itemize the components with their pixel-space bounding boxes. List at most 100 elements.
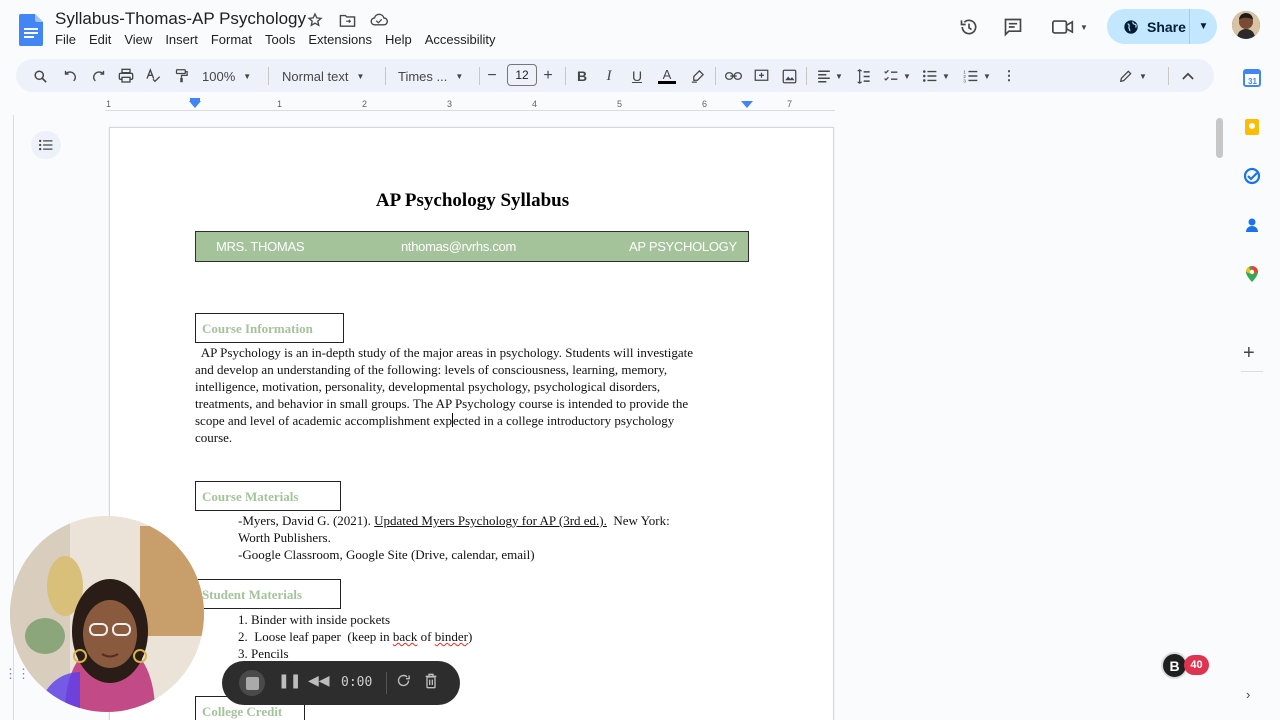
document-title[interactable]: Syllabus-Thomas-AP Psychology: [55, 9, 306, 29]
spellcheck-icon[interactable]: [143, 65, 163, 87]
svg-text:31: 31: [1248, 77, 1257, 86]
misspelling-flag[interactable]: back: [393, 629, 418, 644]
print-icon[interactable]: [116, 65, 136, 87]
paint-format-icon[interactable]: [171, 65, 191, 87]
star-icon[interactable]: [304, 10, 326, 30]
menu-extensions[interactable]: Extensions: [308, 32, 379, 47]
side-panel: 31 +: [1229, 56, 1280, 720]
drag-handle-icon[interactable]: ⋮⋮: [4, 667, 30, 680]
rewind-icon[interactable]: ◀◀: [308, 673, 330, 689]
textbook-title: Updated Myers Psychology for AP (3rd ed.…: [374, 513, 607, 528]
user-avatar[interactable]: [1232, 11, 1260, 39]
stop-recording-button[interactable]: [239, 670, 265, 696]
list-item: 1. Binder with inside pockets: [238, 612, 391, 627]
paragraph-style-select[interactable]: Normal text ▼: [282, 65, 374, 87]
checklist-icon[interactable]: ▼: [882, 65, 912, 87]
text-color-icon[interactable]: A: [658, 65, 676, 87]
comments-icon[interactable]: [1001, 16, 1025, 38]
course-materials-line: Worth Publishers.: [238, 530, 331, 545]
menu-edit[interactable]: Edit: [89, 32, 118, 47]
menu-help[interactable]: Help: [385, 32, 419, 47]
editing-mode-icon[interactable]: ▼: [1116, 65, 1150, 87]
right-indent-handle[interactable]: [741, 101, 753, 108]
meet-dropdown-icon[interactable]: ▼: [1080, 23, 1088, 32]
keep-icon[interactable]: [1243, 118, 1261, 136]
paragraph-line: intelligence, motivation, personality, d…: [195, 379, 661, 394]
list-item: 2. Loose leaf paper (keep in back of bin…: [238, 629, 472, 645]
italic-icon[interactable]: I: [601, 65, 617, 87]
search-menus-icon[interactable]: [30, 65, 50, 87]
webcam-bubble[interactable]: [10, 516, 204, 712]
menu-file[interactable]: File: [55, 32, 83, 47]
highlight-color-icon[interactable]: [688, 65, 706, 87]
font-size-input[interactable]: 12: [507, 64, 537, 86]
pause-icon[interactable]: ❚❚: [278, 673, 301, 689]
get-add-ons-icon[interactable]: +: [1243, 342, 1255, 365]
decrease-font-size-icon[interactable]: −: [484, 65, 500, 87]
document-heading: AP Psychology Syllabus: [375, 190, 570, 211]
teacher-banner: MRS. THOMAS nthomas@rvrhs.com AP PSYCHOL…: [195, 231, 749, 262]
formatting-toolbar: 100% ▼ Normal text ▼ Times ... ▼ − 12 + …: [16, 59, 1214, 92]
font-value: Times ...: [398, 68, 448, 84]
chevron-down-icon: ▼: [243, 71, 252, 81]
menu-view[interactable]: View: [124, 32, 159, 47]
insert-image-icon[interactable]: [780, 65, 798, 87]
stop-icon: [245, 676, 259, 690]
banner-email: nthomas@rvrhs.com: [401, 239, 517, 254]
menu-insert[interactable]: Insert: [165, 32, 205, 47]
banner-teacher: MRS. THOMAS: [216, 239, 305, 254]
paragraph-line: AP Psychology is an in-depth study of th…: [195, 345, 694, 360]
bulleted-list-icon[interactable]: ▼: [921, 65, 951, 87]
tasks-icon[interactable]: [1243, 167, 1261, 185]
underline-icon[interactable]: U: [629, 65, 645, 87]
citation-publisher-location: New York:: [606, 513, 670, 528]
docs-logo-icon[interactable]: [19, 14, 43, 46]
extension-badge[interactable]: B 40: [1160, 651, 1210, 679]
cloud-saved-icon[interactable]: [368, 10, 390, 30]
globe-icon: [1124, 19, 1138, 34]
banner-course: AP PSYCHOLOGY: [629, 239, 737, 254]
line-spacing-icon[interactable]: [854, 65, 872, 87]
ruler-label: 2: [362, 99, 368, 109]
add-comment-icon[interactable]: [752, 65, 770, 87]
maps-icon[interactable]: [1243, 265, 1261, 283]
version-history-icon[interactable]: [957, 16, 981, 38]
menu-format[interactable]: Format: [211, 32, 259, 47]
document-page[interactable]: AP Psychology Syllabus MRS. THOMAS nthom…: [109, 127, 834, 720]
left-indent-handle[interactable]: [189, 101, 201, 108]
align-icon[interactable]: ▼: [815, 65, 845, 87]
vertical-scrollbar[interactable]: [1216, 118, 1223, 158]
misspelling-flag[interactable]: binder: [435, 629, 468, 644]
ruler-label: 3: [447, 99, 453, 109]
insert-link-icon[interactable]: [723, 65, 743, 87]
move-folder-icon[interactable]: [336, 10, 358, 30]
horizontal-ruler: 1 1 2 3 4 5 6 7: [0, 96, 1213, 114]
menu-accessibility[interactable]: Accessibility: [425, 32, 503, 47]
ruler-label: 1: [106, 99, 112, 109]
numbered-list-icon[interactable]: 123 ▼: [962, 65, 992, 87]
document-outline-button[interactable]: [31, 131, 61, 159]
trash-icon[interactable]: [424, 673, 438, 693]
undo-icon[interactable]: [60, 65, 80, 87]
notification-count: 40: [1184, 655, 1209, 675]
restart-icon[interactable]: [396, 673, 411, 692]
menu-tools[interactable]: Tools: [265, 32, 302, 47]
bold-icon[interactable]: B: [574, 65, 590, 87]
calendar-icon[interactable]: 31: [1243, 69, 1261, 87]
more-options-icon[interactable]: ⋮: [1002, 65, 1016, 87]
course-materials-line: -Myers, David G. (2021). Updated Myers P…: [238, 513, 670, 529]
zoom-select[interactable]: 100% ▼: [202, 65, 260, 87]
hide-menus-icon[interactable]: [1179, 65, 1197, 87]
share-button[interactable]: Share ▼: [1107, 9, 1217, 44]
citation-author: -Myers, David G. (2021).: [238, 513, 375, 528]
paragraph-line: treatments, and behavior in small groups…: [195, 396, 689, 411]
meet-icon[interactable]: ▼: [1050, 16, 1090, 38]
share-dropdown-icon[interactable]: ▼: [1190, 21, 1217, 32]
redo-icon[interactable]: [88, 65, 108, 87]
expand-side-panel-icon[interactable]: ›: [1246, 687, 1250, 702]
section-heading-student-materials: Student Materials: [195, 579, 341, 609]
contacts-icon[interactable]: [1243, 216, 1261, 234]
font-select[interactable]: Times ... ▼: [398, 65, 468, 87]
list-item-text: ): [467, 629, 473, 644]
increase-font-size-icon[interactable]: +: [540, 65, 556, 87]
